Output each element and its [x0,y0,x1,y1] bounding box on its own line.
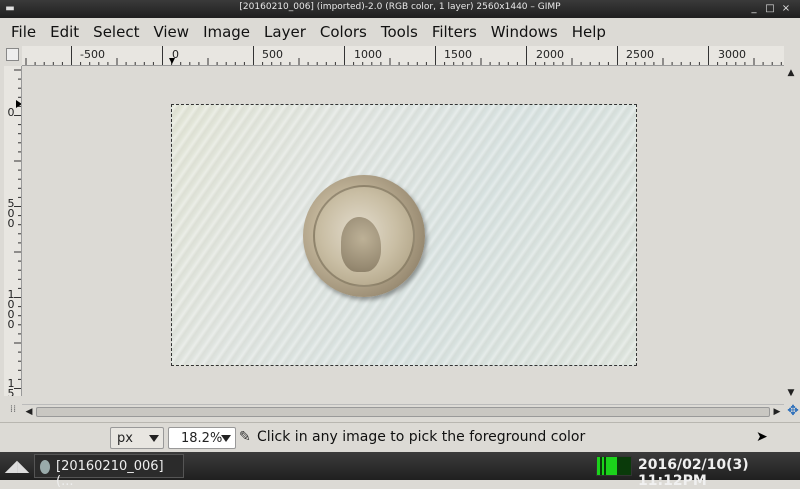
menubar: File Edit Select View Image Layer Colors… [0,18,800,45]
coin-portrait [341,217,381,272]
start-menu-button[interactable]: ◢◣ [2,454,32,478]
taskbar: ◢◣ [20160210_006] (... 2016/02/10(3) 11:… [0,452,800,489]
close-button[interactable]: × [780,3,792,15]
zoom-combo[interactable]: 18.2% [168,427,236,449]
gimp-icon [40,460,50,474]
ruler-label: 2500 [626,48,654,61]
ruler-label: 0 [172,48,179,61]
eyedropper-icon: ✎ [239,429,251,445]
ruler-ticks [25,46,782,65]
statusbar: px 18.2% ✎ Click in any image to pick th… [0,422,800,452]
navigate-icon[interactable]: ✥ [786,404,800,418]
taskbar-window-label: [20160210_006] (... [56,459,164,489]
taskbar-window-button[interactable]: [20160210_006] (... [34,454,184,489]
menu-tools[interactable]: Tools [374,23,425,41]
scroll-down-icon[interactable]: ▼ [786,388,796,398]
ruler-label: 0 [7,318,15,331]
ruler-label: 2000 [536,48,564,61]
zoom-value: 18.2% [181,431,223,446]
horizontal-ruler[interactable]: -500 0 500 1000 1500 2000 2500 3000 [22,46,784,66]
menu-filters[interactable]: Filters [425,23,484,41]
menu-colors[interactable]: Colors [313,23,374,41]
clock[interactable]: 2016/02/10(3) 11:12PM [638,457,800,489]
menu-edit[interactable]: Edit [43,23,86,41]
coin [303,175,425,297]
ruler-label: 1000 [354,48,382,61]
ruler-label: 0 [7,217,15,230]
ruler-label: 3000 [718,48,746,61]
horizontal-scrollbar[interactable]: ◀ ▶ [22,404,784,418]
menu-select[interactable]: Select [86,23,146,41]
menu-image[interactable]: Image [196,23,257,41]
menu-windows[interactable]: Windows [484,23,565,41]
image-canvas[interactable] [22,66,784,396]
unit-selector[interactable]: px [110,427,164,449]
vertical-scrollbar[interactable]: ▲ ▼ [784,66,798,402]
menu-file[interactable]: File [4,23,43,41]
chevron-down-icon [221,435,231,442]
ruler-label: 500 [262,48,283,61]
image-layer[interactable] [171,104,637,366]
ruler-label: 1500 [444,48,472,61]
ruler-label: 0 [7,106,15,119]
menu-help[interactable]: Help [565,23,613,41]
scrollbar-thumb[interactable] [36,407,770,417]
scroll-up-icon[interactable]: ▲ [786,68,796,78]
status-message: Click in any image to pick the foregroun… [257,429,586,445]
vertical-ruler[interactable]: 0 5 0 0 1 0 0 0 1 5 [4,66,22,396]
menu-view[interactable]: View [146,23,196,41]
coin-face [313,185,415,287]
scroll-left-icon[interactable]: ◀ [24,407,34,417]
ruler-label: 5 [7,387,15,396]
unit-value: px [117,431,133,446]
ruler-corner-button[interactable] [6,48,19,61]
chevron-down-icon [149,435,159,442]
maximize-button[interactable]: □ [764,3,776,15]
minimize-button[interactable]: _ [748,3,760,15]
ruler-label: -500 [80,48,105,61]
mouse-cursor-icon: ➤ [756,429,768,445]
cpu-monitor-icon [596,456,632,476]
quick-mask-toggle-icon[interactable]: ⁞⁞ [6,404,20,418]
window-title: [20160210_006] (imported)-2.0 (RGB color… [239,2,561,12]
scroll-right-icon[interactable]: ▶ [772,407,782,417]
window-titlebar: ▬ [20160210_006] (imported)-2.0 (RGB col… [0,0,800,18]
menu-layer[interactable]: Layer [257,23,313,41]
